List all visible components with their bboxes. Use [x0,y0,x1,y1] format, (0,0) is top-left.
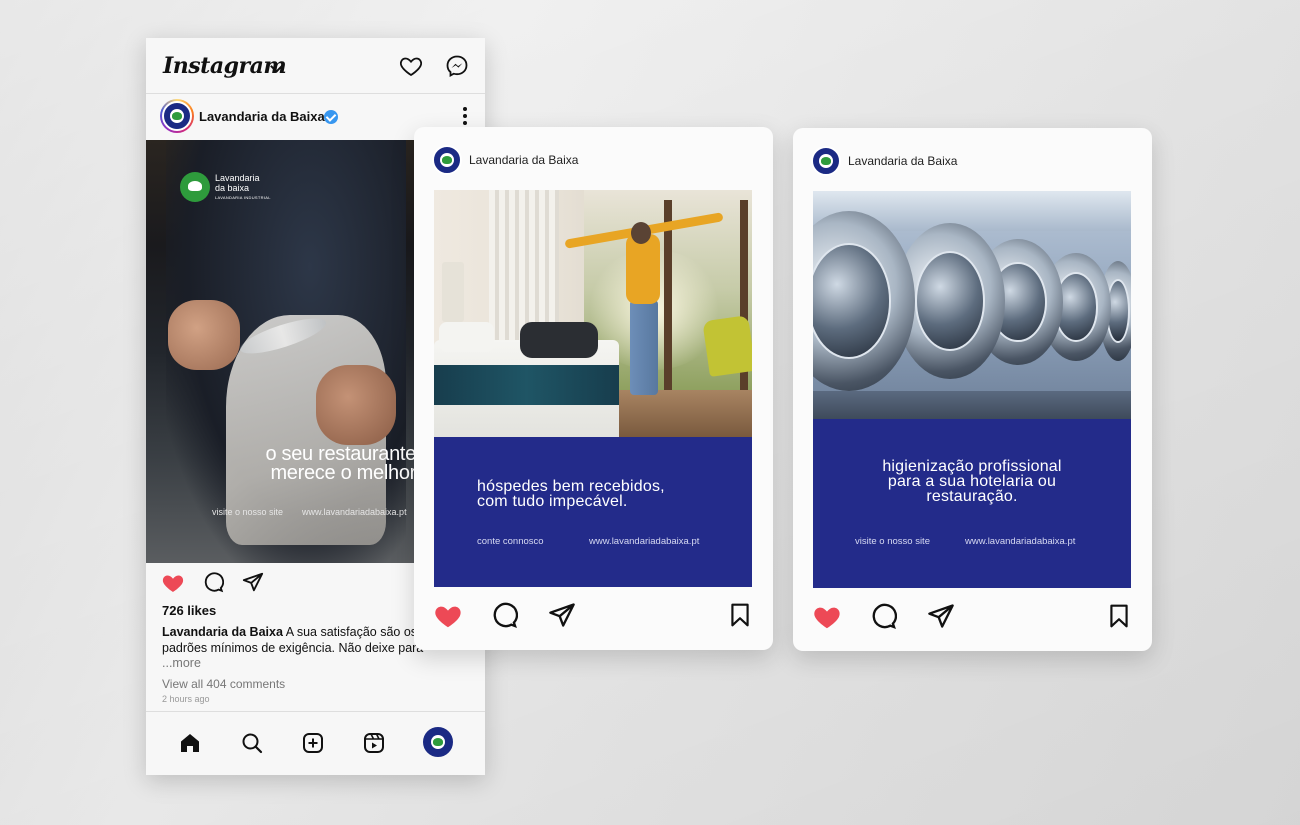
post-headline: hóspedes bem recebidos, com tudo impecáv… [477,478,665,510]
comment-icon[interactable] [869,602,897,630]
photo-person-head [631,222,651,244]
headline-line: restauração. [926,488,1018,505]
logo-subtext: LAVANDARIA INDUSTRIAL [215,195,271,200]
post-headline: higienização profissional para a sua hot… [813,458,1131,505]
post-caption: Lavandaria da Baixa A sua satisfação são… [162,624,432,658]
comment-icon[interactable] [490,601,518,629]
post-headline: o seu restaurante merece o melhor [186,444,414,484]
headline-line: hóspedes bem recebidos, [477,478,665,495]
account-name[interactable]: Lavandaria da Baixa [469,153,578,167]
photo-hand [316,365,396,445]
profile-avatar[interactable] [423,727,453,757]
logo-text: Lavandaria [215,173,260,183]
share-icon[interactable] [548,601,576,629]
headline-line: merece o melhor [270,462,414,484]
post-link-label: visite o nosso site [212,507,284,517]
search-icon[interactable] [240,731,264,755]
post-photo-washing-machines[interactable] [813,191,1131,419]
photo-person [626,234,660,304]
photo-hand [168,300,240,370]
account-name[interactable]: Lavandaria da Baixa [199,109,325,124]
post-link-url: www.lavandariadabaixa.pt [589,536,700,547]
post-header: Lavandaria da Baixa [432,145,752,175]
post-link-label: visite o nosso site [855,536,930,547]
post-link-url: www.lavandariadabaixa.pt [965,536,1076,547]
home-icon[interactable] [178,731,202,755]
verified-icon [324,110,338,124]
post-card-hotel: Lavandaria da Baixa hóspedes bem recebid… [414,127,773,650]
heart-icon[interactable] [399,54,423,78]
photo-lamp [442,262,464,322]
photo-bed-runner [434,365,619,405]
bottom-nav [146,711,485,775]
heart-icon[interactable] [432,601,464,631]
photo-chair [702,315,752,377]
post-text-panel: higienização profissional para a sua hot… [813,419,1131,588]
headline-line: para a sua hotelaria ou [887,473,1057,490]
headline-line: higienização profissional [882,458,1062,475]
post-link-label: conte connosco [477,536,544,547]
like-count[interactable]: 726 likes [162,603,216,618]
story-ring[interactable] [160,99,194,133]
post-actions [432,601,757,631]
post-timestamp: 2 hours ago [162,694,210,704]
reels-icon[interactable] [362,731,386,755]
comment-icon[interactable] [202,571,224,593]
messenger-icon[interactable] [445,54,469,78]
account-name[interactable]: Lavandaria da Baixa [848,154,957,168]
photo-person-legs [630,300,658,395]
post-text-panel: hóspedes bem recebidos, com tudo impecáv… [434,437,752,587]
post-image[interactable]: Lavandaria da baixa LAVANDARIA INDUSTRIA… [146,140,414,563]
logo-mark [180,172,210,202]
bookmark-icon[interactable] [1106,602,1132,630]
photo-pillow [439,322,494,352]
post-card-laundry: Lavandaria da Baixa higienização profiss… [793,128,1152,651]
view-comments-link[interactable]: View all 404 comments [162,677,285,691]
heart-icon[interactable] [160,571,186,595]
share-icon[interactable] [242,571,264,593]
headline-line: com tudo impecável. [477,493,628,510]
post-link-url: www.lavandariadabaixa.pt [302,507,407,517]
avatar[interactable] [432,145,462,175]
bookmark-icon[interactable] [727,601,753,629]
caption-more-link[interactable]: ...more [162,656,201,670]
avatar[interactable] [162,101,192,131]
instagram-top-bar: Instagram [146,38,485,94]
photo-bag [520,322,598,358]
caption-author[interactable]: Lavandaria da Baixa [162,625,283,639]
avatar[interactable] [811,146,841,176]
add-icon[interactable] [301,731,325,755]
post-header: Lavandaria da Baixa [811,146,1131,176]
logo-text: da baixa [215,183,250,193]
share-icon[interactable] [927,602,955,630]
post-photo-hotel-room[interactable] [434,190,752,437]
instagram-logo[interactable]: Instagram [163,53,287,79]
more-options-icon[interactable] [462,107,468,127]
post-actions [811,602,1136,632]
photo-floor [813,391,1131,419]
heart-icon[interactable] [811,602,843,632]
